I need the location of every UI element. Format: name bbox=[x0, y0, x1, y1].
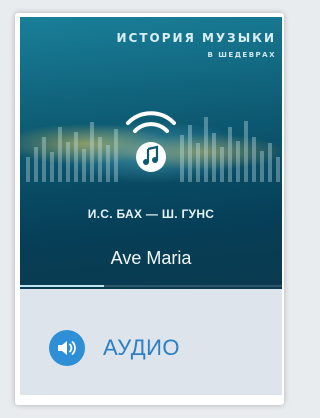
progress-fill bbox=[20, 285, 104, 287]
audio-label: АУДИО bbox=[103, 335, 181, 360]
series-title: ИСТОРИЯ МУЗЫКИ bbox=[116, 31, 276, 45]
audio-icon-circle bbox=[49, 330, 85, 366]
work-title: Ave Maria bbox=[110, 248, 192, 268]
composer-label: И.С. БАХ — Ш. ГУНС bbox=[87, 207, 215, 221]
audio-button[interactable]: АУДИО bbox=[49, 330, 180, 366]
progress-bar[interactable] bbox=[20, 285, 282, 287]
album-cover[interactable]: ИСТОРИЯ МУЗЫКИ В ШЕДЕВРАХ И.С. БАХ — Ш. … bbox=[20, 17, 282, 289]
audio-stream-icon bbox=[126, 111, 176, 172]
series-subtitle: В ШЕДЕВРАХ bbox=[207, 51, 276, 59]
speaker-icon bbox=[58, 341, 76, 355]
